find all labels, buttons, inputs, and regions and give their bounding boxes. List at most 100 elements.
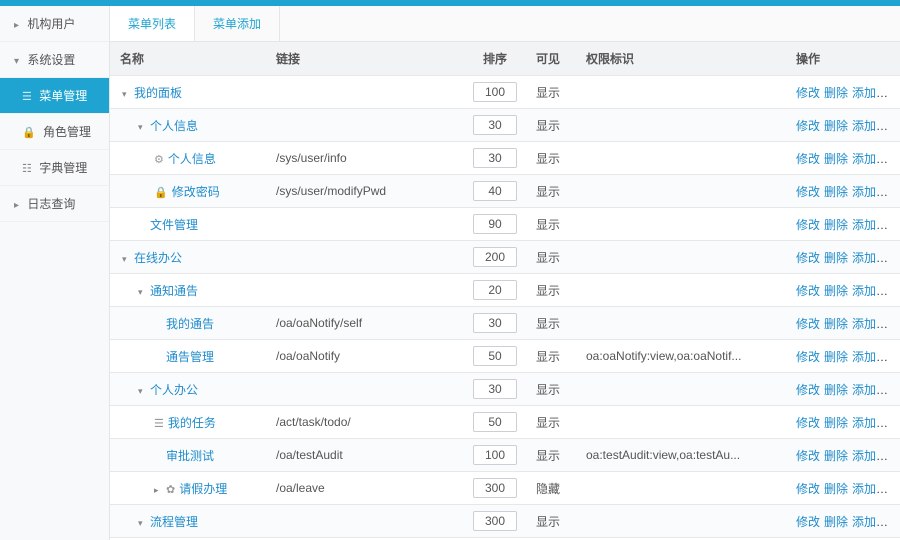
sidebar-item-org-users[interactable]: ▸ 机构用户 — [0, 6, 109, 42]
action-delete[interactable]: 删除 — [824, 383, 848, 397]
cell-actions: 修改删除添加下级菜单 — [790, 307, 900, 340]
sort-input[interactable] — [473, 214, 517, 234]
sidebar-item-log-query[interactable]: ▸ 日志查询 — [0, 186, 109, 222]
row-name-link[interactable]: 文件管理 — [150, 218, 198, 232]
tab-menu-add[interactable]: 菜单添加 — [195, 6, 280, 41]
action-add-child[interactable]: 添加下级菜单 — [852, 284, 900, 298]
action-add-child[interactable]: 添加下级菜单 — [852, 119, 900, 133]
sidebar-item-role-mgmt[interactable]: 🔒 角色管理 — [0, 114, 109, 150]
action-add-child[interactable]: 添加下级菜单 — [852, 185, 900, 199]
action-add-child[interactable]: 添加下级菜单 — [852, 383, 900, 397]
action-add-child[interactable]: 添加下级菜单 — [852, 317, 900, 331]
sidebar-item-menu-mgmt[interactable]: ☰ 菜单管理 — [0, 78, 109, 114]
sort-input[interactable] — [473, 379, 517, 399]
cell-actions: 修改删除添加下级菜单 — [790, 472, 900, 505]
tree-caret-icon[interactable]: ▾ — [122, 254, 130, 265]
row-name-link[interactable]: 我的任务 — [168, 416, 216, 430]
action-edit[interactable]: 修改 — [796, 185, 820, 199]
tab-menu-list[interactable]: 菜单列表 — [110, 6, 195, 41]
sort-input[interactable] — [473, 280, 517, 300]
action-add-child[interactable]: 添加下级菜单 — [852, 449, 900, 463]
tree-caret-icon[interactable]: ▾ — [138, 122, 146, 133]
lock-icon: 🔒 — [154, 187, 168, 199]
tree-caret-icon[interactable]: ▾ — [138, 518, 146, 529]
sort-input[interactable] — [473, 181, 517, 201]
action-delete[interactable]: 删除 — [824, 218, 848, 232]
action-add-child[interactable]: 添加下级菜单 — [852, 515, 900, 529]
sort-input[interactable] — [473, 313, 517, 333]
sidebar-item-system-settings[interactable]: ▾ 系统设置 — [0, 42, 109, 78]
table-row: ▸✿请假办理/oa/leave隐藏修改删除添加下级菜单 — [110, 472, 900, 505]
action-edit[interactable]: 修改 — [796, 251, 820, 265]
cell-name: 文件管理 — [110, 208, 270, 241]
action-add-child[interactable]: 添加下级菜单 — [852, 416, 900, 430]
row-name-link[interactable]: 个人办公 — [150, 383, 198, 397]
cell-sort — [460, 406, 530, 439]
row-name-link[interactable]: 我的面板 — [134, 86, 182, 100]
row-name-link[interactable]: 请假办理 — [179, 482, 227, 496]
action-edit[interactable]: 修改 — [796, 317, 820, 331]
action-edit[interactable]: 修改 — [796, 350, 820, 364]
action-edit[interactable]: 修改 — [796, 515, 820, 529]
sort-input[interactable] — [473, 445, 517, 465]
action-delete[interactable]: 删除 — [824, 284, 848, 298]
table-row: ▾通知通告显示修改删除添加下级菜单 — [110, 274, 900, 307]
action-delete[interactable]: 删除 — [824, 317, 848, 331]
action-delete[interactable]: 删除 — [824, 86, 848, 100]
sort-input[interactable] — [473, 115, 517, 135]
sort-input[interactable] — [473, 346, 517, 366]
cell-sort — [460, 340, 530, 373]
row-name-link[interactable]: 通知通告 — [150, 284, 198, 298]
action-delete[interactable]: 删除 — [824, 416, 848, 430]
chevron-right-icon: ▸ — [14, 20, 24, 31]
action-edit[interactable]: 修改 — [796, 152, 820, 166]
sidebar-item-dict-mgmt[interactable]: ☷ 字典管理 — [0, 150, 109, 186]
cell-actions: 修改删除添加下级菜单 — [790, 241, 900, 274]
row-name-link[interactable]: 流程管理 — [150, 515, 198, 529]
action-delete[interactable]: 删除 — [824, 482, 848, 496]
row-name-link[interactable]: 修改密码 — [172, 185, 220, 199]
action-add-child[interactable]: 添加下级菜单 — [852, 86, 900, 100]
action-delete[interactable]: 删除 — [824, 449, 848, 463]
row-name-link[interactable]: 审批测试 — [166, 449, 214, 463]
sort-input[interactable] — [473, 478, 517, 498]
action-edit[interactable]: 修改 — [796, 119, 820, 133]
tree-caret-icon[interactable]: ▾ — [122, 89, 130, 100]
tree-caret-icon[interactable]: ▸ — [154, 485, 162, 496]
sort-input[interactable] — [473, 412, 517, 432]
cell-visible: 显示 — [530, 175, 580, 208]
action-edit[interactable]: 修改 — [796, 416, 820, 430]
action-edit[interactable]: 修改 — [796, 449, 820, 463]
tree-caret-icon[interactable]: ▾ — [138, 386, 146, 397]
action-add-child[interactable]: 添加下级菜单 — [852, 218, 900, 232]
cell-link — [270, 274, 460, 307]
row-name-link[interactable]: 在线办公 — [134, 251, 182, 265]
action-edit[interactable]: 修改 — [796, 482, 820, 496]
action-delete[interactable]: 删除 — [824, 185, 848, 199]
action-delete[interactable]: 删除 — [824, 515, 848, 529]
tree-caret-icon[interactable]: ▾ — [138, 287, 146, 298]
action-add-child[interactable]: 添加下级菜单 — [852, 350, 900, 364]
book-icon: ☷ — [22, 163, 32, 175]
action-add-child[interactable]: 添加下级菜单 — [852, 251, 900, 265]
sort-input[interactable] — [473, 148, 517, 168]
cell-sort — [460, 109, 530, 142]
action-edit[interactable]: 修改 — [796, 383, 820, 397]
action-edit[interactable]: 修改 — [796, 218, 820, 232]
action-edit[interactable]: 修改 — [796, 86, 820, 100]
row-name-link[interactable]: 个人信息 — [150, 119, 198, 133]
action-delete[interactable]: 删除 — [824, 350, 848, 364]
action-delete[interactable]: 删除 — [824, 119, 848, 133]
sort-input[interactable] — [473, 247, 517, 267]
action-delete[interactable]: 删除 — [824, 251, 848, 265]
row-name-link[interactable]: 我的通告 — [166, 317, 214, 331]
cell-visible: 显示 — [530, 373, 580, 406]
sort-input[interactable] — [473, 82, 517, 102]
row-name-link[interactable]: 个人信息 — [168, 152, 216, 166]
action-delete[interactable]: 删除 — [824, 152, 848, 166]
sort-input[interactable] — [473, 511, 517, 531]
action-add-child[interactable]: 添加下级菜单 — [852, 482, 900, 496]
row-name-link[interactable]: 通告管理 — [166, 350, 214, 364]
action-edit[interactable]: 修改 — [796, 284, 820, 298]
action-add-child[interactable]: 添加下级菜单 — [852, 152, 900, 166]
